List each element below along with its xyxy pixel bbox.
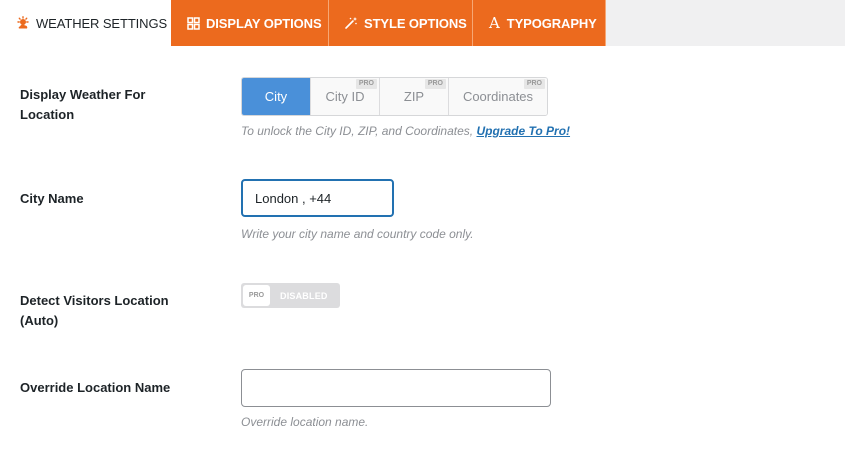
option-label: City xyxy=(264,89,288,104)
city-name-label: City Name xyxy=(20,191,84,206)
grid-icon xyxy=(187,16,200,30)
option-label: City ID xyxy=(325,89,365,104)
detect-location-label: Detect Visitors Location (Auto) xyxy=(20,293,169,328)
tab-style-options[interactable]: STYLE OPTIONS xyxy=(329,0,473,46)
detect-location-toggle[interactable]: PRO DISABLED xyxy=(241,283,340,308)
option-label: ZIP xyxy=(403,89,425,104)
display-weather-label: Display Weather For Location xyxy=(20,87,146,122)
tab-display-options[interactable]: DISPLAY OPTIONS xyxy=(171,0,329,46)
option-label: Coordinates xyxy=(462,89,534,104)
display-weather-help: To unlock the City ID, ZIP, and Coordina… xyxy=(241,124,570,138)
location-type-selector: City City ID PRO ZIP PRO Coordinates PRO xyxy=(241,77,548,116)
help-text: To unlock the City ID, ZIP, and Coordina… xyxy=(241,124,474,138)
option-city-id[interactable]: City ID PRO xyxy=(311,78,380,115)
magic-wand-icon xyxy=(344,16,358,30)
option-coordinates[interactable]: Coordinates PRO xyxy=(449,78,547,115)
typography-icon: A xyxy=(489,14,500,32)
weather-icon xyxy=(16,16,30,30)
pro-badge: PRO xyxy=(424,79,446,89)
override-location-input[interactable] xyxy=(241,369,551,407)
tab-typography[interactable]: A TYPOGRAPHY xyxy=(473,0,606,46)
override-location-label: Override Location Name xyxy=(20,380,171,395)
city-name-help: Write your city name and country code on… xyxy=(241,227,474,241)
tab-weather-settings[interactable]: WEATHER SETTINGS xyxy=(0,0,171,46)
toggle-pro-badge: PRO xyxy=(243,285,270,306)
toggle-state: DISABLED xyxy=(280,290,328,301)
option-city[interactable]: City xyxy=(242,78,311,115)
pro-badge: PRO xyxy=(355,79,377,89)
settings-tab-bar: WEATHER SETTINGS DISPLAY OPTIONS STYLE O… xyxy=(0,0,845,46)
city-name-input[interactable] xyxy=(241,179,394,217)
upgrade-link[interactable]: Upgrade To Pro! xyxy=(476,124,570,138)
override-location-help: Override location name. xyxy=(241,415,369,429)
pro-badge: PRO xyxy=(523,79,545,89)
tab-label: WEATHER SETTINGS xyxy=(36,15,168,31)
tab-label: STYLE OPTIONS xyxy=(364,15,467,31)
tab-label: DISPLAY OPTIONS xyxy=(206,15,322,31)
tab-label: TYPOGRAPHY xyxy=(506,15,597,31)
option-zip[interactable]: ZIP PRO xyxy=(380,78,449,115)
